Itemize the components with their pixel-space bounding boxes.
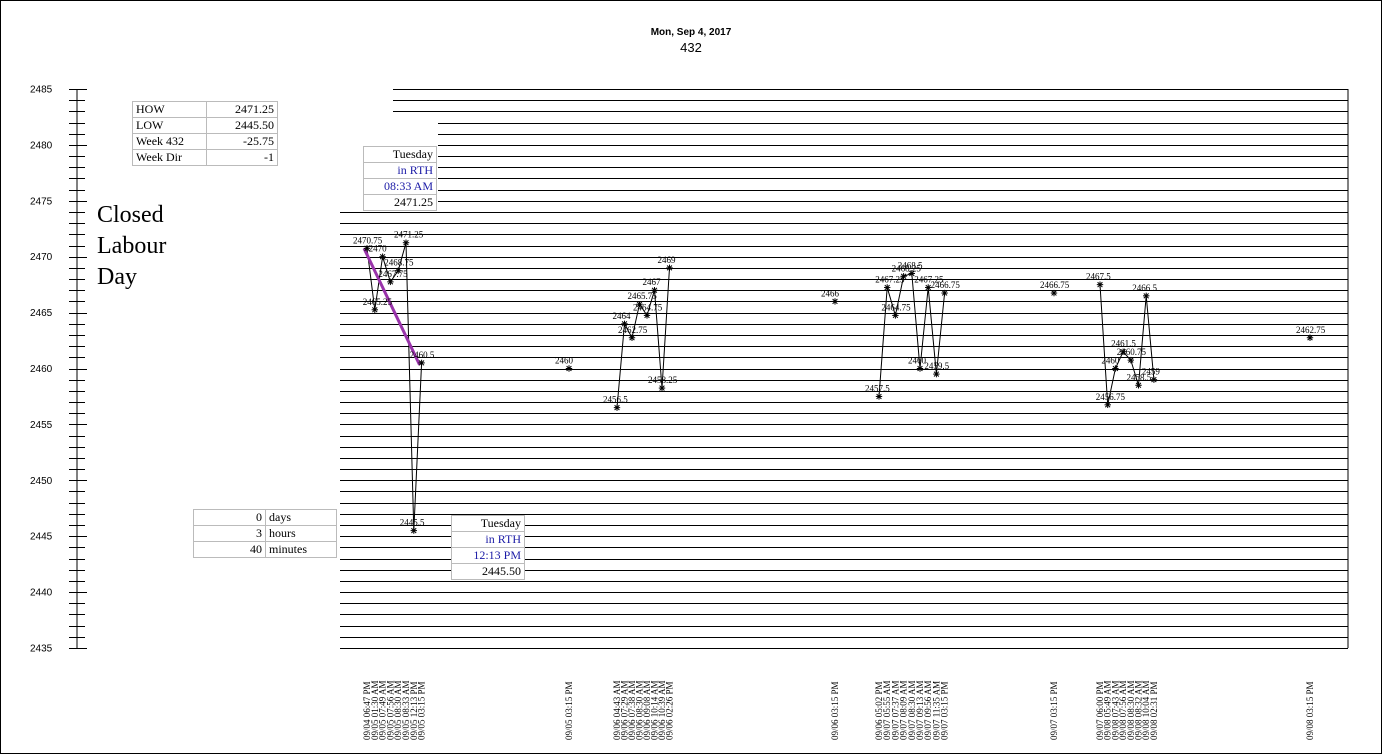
data-label: 2445.5: [400, 518, 425, 528]
data-label: 2457.5: [865, 383, 890, 393]
duration-hours: 3: [193, 525, 266, 542]
data-label: 2460: [555, 356, 574, 366]
series-line: [366, 242, 423, 531]
y-tick-label: 2485: [30, 85, 53, 96]
duration-unit: hours: [265, 525, 337, 542]
data-label: 2466.75: [1040, 280, 1070, 290]
high-price: 2471.25: [363, 194, 437, 211]
data-label: 2458.25: [648, 375, 678, 385]
data-label: 2456.5: [603, 395, 628, 405]
high-session: in RTH: [363, 162, 437, 179]
data-label: 2467.5: [1086, 272, 1111, 282]
low-annotation-box: Tuesday in RTH 12:13 PM 2445.50: [451, 515, 525, 580]
x-tick-label: 09/06 03:15 PM: [830, 681, 840, 740]
high-annotation-box: Tuesday in RTH 08:33 AM 2471.25: [363, 146, 437, 211]
low-price: 2445.50: [451, 563, 525, 580]
stats-label: Week 432: [132, 133, 207, 150]
stats-value: -25.75: [206, 133, 278, 150]
data-label: 2465.75: [628, 291, 658, 301]
x-tick-label: 09/05 03:15 PM: [417, 681, 427, 740]
y-tick-label: 2470: [30, 252, 53, 263]
stats-label: Week Dir: [132, 149, 207, 166]
data-label: 2471.25: [394, 230, 424, 240]
data-label: 2466: [821, 288, 840, 298]
y-tick-label: 2435: [30, 644, 53, 655]
x-tick-label: 09/07 03:15 PM: [940, 681, 950, 740]
y-tick-label: 2465: [30, 308, 53, 319]
low-session: in RTH: [451, 531, 525, 548]
stats-value: 2445.50: [206, 117, 278, 134]
stats-label: HOW: [132, 101, 207, 118]
data-label: 2467.75: [378, 269, 408, 279]
data-label: 2459: [1142, 367, 1161, 377]
x-tick-label: 09/08 03:15 PM: [1305, 681, 1315, 740]
stats-value: 2471.25: [206, 101, 278, 118]
duration-days: 0: [193, 509, 266, 526]
data-label: 2460.5: [410, 350, 435, 360]
duration-unit: minutes: [265, 541, 337, 558]
y-tick-label: 2455: [30, 420, 53, 431]
stats-row-how: HOW 2471.25: [132, 101, 278, 118]
x-tick-label: 09/08 02:31 PM: [1149, 681, 1159, 740]
data-label: 2462.75: [618, 325, 648, 335]
stats-row-week: Week 432 -25.75: [132, 133, 278, 150]
stats-value: -1: [206, 149, 278, 166]
y-tick-label: 2475: [30, 196, 53, 207]
closed-note: Closed Labour Day: [97, 200, 166, 293]
data-label: 2464.75: [881, 302, 911, 312]
data-label: 2459.5: [924, 361, 949, 371]
closed-note-line: Day: [97, 264, 137, 290]
high-day: Tuesday: [363, 146, 437, 163]
stats-row-dir: Week Dir -1: [132, 149, 278, 166]
duration-minutes: 40: [193, 541, 266, 558]
data-label: 2466.75: [931, 280, 961, 290]
y-tick-label: 2480: [30, 140, 53, 151]
low-time: 12:13 PM: [451, 547, 525, 564]
data-label: 2469: [658, 255, 677, 265]
stats-label: LOW: [132, 117, 207, 134]
y-tick-label: 2440: [30, 588, 53, 599]
data-label: 2466.5: [1132, 283, 1157, 293]
data-label: 2462.75: [1296, 325, 1326, 335]
data-label: 2460.75: [1117, 347, 1147, 357]
data-label: 2465.25: [363, 297, 393, 307]
data-label: 2468.75: [384, 258, 414, 268]
data-label: 2468.5: [898, 260, 923, 270]
closed-note-line: Labour: [97, 233, 167, 259]
x-tick-label: 09/07 03:15 PM: [1049, 681, 1059, 740]
duration-unit: days: [265, 509, 337, 526]
data-label: 2464.75: [633, 302, 663, 312]
high-time: 08:33 AM: [363, 178, 437, 195]
y-tick-label: 2445: [30, 532, 53, 543]
stats-row-low: LOW 2445.50: [132, 117, 278, 134]
y-tick-label: 2460: [30, 364, 53, 375]
data-label: 2470: [369, 244, 388, 254]
duration-table: 0 days 3 hours 40 minutes: [193, 509, 337, 558]
stats-table: HOW 2471.25 LOW 2445.50 Week 432 -25.75 Wee…: [132, 101, 278, 166]
y-tick-label: 2450: [30, 476, 53, 487]
series-line: [878, 272, 946, 397]
data-label: 2456.75: [1096, 392, 1126, 402]
low-day: Tuesday: [451, 515, 525, 532]
x-tick-label: 09/06 02:26 PM: [665, 681, 675, 740]
closed-note-line: Closed: [97, 202, 164, 228]
x-tick-label: 09/05 03:15 PM: [564, 681, 574, 740]
data-label: 2467: [643, 277, 662, 287]
data-label: 2464: [613, 311, 632, 321]
